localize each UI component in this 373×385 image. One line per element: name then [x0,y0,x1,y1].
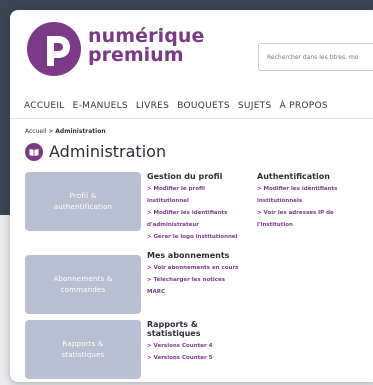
link-counter-4[interactable]: > Versions Counter 4 [147,340,267,352]
section-block-abonnements[interactable]: Abonnements & commandes [25,255,141,314]
brand-subname[interactable]: premium [88,44,184,66]
section-block-rapports[interactable]: Rapports & statistiques [25,320,141,379]
nav-item-sujets[interactable]: SUJETS [238,101,272,111]
section-block-label: Abonnements & commandes [53,275,113,294]
breadcrumb-current: Administration [55,128,106,135]
logo-p-icon[interactable] [27,22,81,76]
column-heading: Mes abonnements [147,251,230,260]
section-block-label: Rapports & statistiques [61,340,105,359]
nav-item-bouquets[interactable]: BOUQUETS [177,101,230,111]
nav-item-e-manuels[interactable]: E-MANUELS [73,101,128,111]
link-voir-abonnements[interactable]: > Voir abonnements en cours [147,262,267,274]
main-nav: ACCUEIL E-MANUELS LIVRES BOUQUETS SUJETS… [24,101,328,111]
link-counter-5[interactable]: > Versions Counter 5 [147,352,267,364]
page-title: Administration [49,142,167,161]
page-card: numérique premium ACCUEIL E-MANUELS LIVR… [10,10,373,382]
link-gerer-logo[interactable]: > Gérer le logo institutionnel [147,231,257,243]
breadcrumb-home[interactable]: Accueil [25,128,46,135]
link-modifier-identifiants-inst[interactable]: > Modifier les identifiants institutionn… [257,183,373,207]
column-gestion-profil: Gestion du profil > Modifier le profil i… [147,172,257,243]
nav-item-livres[interactable]: LIVRES [136,101,169,111]
link-telecharger-marc[interactable]: > Télécharger les notices MARC [147,274,267,298]
nav-item-accueil[interactable]: ACCUEIL [24,101,65,111]
column-heading: Rapports & statistiques [147,320,201,339]
link-modifier-profil[interactable]: > Modifier le profil institutionnel [147,183,257,207]
breadcrumb-separator: > [46,128,56,135]
link-voir-adresses-ip[interactable]: > Voir les adresses IP de l'institution [257,207,373,231]
column-heading: Authentification [257,172,330,181]
column-authentification: Authentification > Modifier les identifi… [257,172,373,231]
nav-item-a-propos[interactable]: À PROPOS [280,101,328,111]
section-block-label: Profil & authentification [53,192,113,211]
column-heading: Gestion du profil [147,172,223,181]
link-modifier-identifiants-admin[interactable]: > Modifier les identifiants d'administra… [147,207,257,231]
section-block-profil[interactable]: Profil & authentification [25,172,141,231]
search-input[interactable] [258,43,373,71]
breadcrumb: Accueil > Administration [25,128,106,135]
column-mes-abonnements: Mes abonnements > Voir abonnements en co… [147,251,267,298]
nav-divider [10,118,373,119]
column-rapports: Rapports & statistiques > Versions Count… [147,320,267,364]
book-icon [25,143,43,161]
